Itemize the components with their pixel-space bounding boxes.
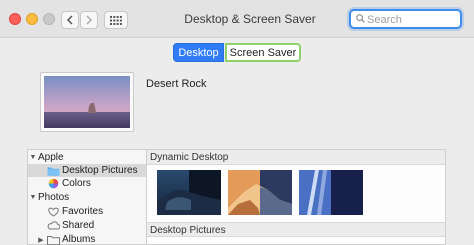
sidebar-item-albums[interactable]: ▶ Albums	[28, 233, 146, 245]
picture-browser: Dynamic Desktop Desktop Pictures	[146, 149, 446, 245]
color-wheel-icon	[46, 178, 60, 189]
back-button[interactable]	[61, 11, 79, 29]
chevron-right-icon	[86, 15, 93, 25]
disclosure-down-icon[interactable]: ▼	[28, 194, 38, 201]
sidebar-item-label: Shared	[62, 220, 95, 231]
sidebar-group-photos[interactable]: ▼ Photos	[28, 191, 146, 204]
dynamic-wallpaper-thumbnail[interactable]	[299, 170, 363, 215]
disclosure-right-icon[interactable]: ▶	[36, 236, 46, 244]
search-input[interactable]	[367, 12, 457, 27]
sidebar-group-label: Photos	[38, 192, 70, 203]
heart-icon	[46, 206, 60, 217]
show-all-button[interactable]	[104, 11, 128, 29]
grid-icon	[110, 15, 122, 25]
title-bar: Desktop & Screen Saver	[0, 0, 474, 38]
tab-screen-saver[interactable]: Screen Saver	[225, 43, 301, 62]
folder-icon	[46, 165, 60, 176]
folder-icon	[46, 234, 60, 245]
minimize-button[interactable]	[26, 13, 38, 25]
cloud-icon	[46, 220, 60, 231]
sidebar-item-label: Albums	[62, 234, 96, 245]
sidebar-item-shared[interactable]: Shared	[28, 219, 146, 232]
search-box[interactable]	[349, 9, 462, 29]
section-header-dynamic-desktop: Dynamic Desktop	[147, 150, 445, 165]
section-header-desktop-pictures: Desktop Pictures	[147, 222, 445, 237]
sidebar-item-favorites[interactable]: Favorites	[28, 205, 146, 218]
sidebar-item-label: Favorites	[62, 206, 104, 217]
dynamic-wallpaper-thumbnail[interactable]	[228, 170, 292, 215]
disclosure-down-icon[interactable]: ▼	[28, 154, 38, 161]
sidebar-item-desktop-pictures[interactable]: Desktop Pictures	[28, 164, 146, 177]
close-button[interactable]	[9, 13, 21, 25]
zoom-button[interactable]	[43, 13, 55, 25]
sidebar-item-label: Colors	[62, 178, 91, 189]
search-icon	[356, 14, 365, 23]
sidebar-group-apple[interactable]: ▼ Apple	[28, 151, 146, 164]
forward-button[interactable]	[80, 11, 98, 29]
sidebar-item-colors[interactable]: Colors	[28, 177, 146, 190]
source-list: ▼ Apple Desktop Pictures Colors ▼ Photos…	[27, 149, 146, 245]
current-desktop-preview	[40, 72, 134, 132]
dynamic-wallpaper-thumbnail[interactable]	[157, 170, 221, 215]
window-title: Desktop & Screen Saver	[184, 12, 316, 26]
sidebar-group-label: Apple	[38, 152, 64, 163]
chevron-left-icon	[66, 15, 73, 25]
tab-desktop[interactable]: Desktop	[173, 43, 224, 62]
sidebar-item-label: Desktop Pictures	[62, 165, 138, 176]
tab-bar: Desktop Screen Saver	[173, 43, 301, 62]
current-picture-name: Desert Rock	[146, 78, 207, 90]
desert-rock-image	[44, 76, 130, 128]
